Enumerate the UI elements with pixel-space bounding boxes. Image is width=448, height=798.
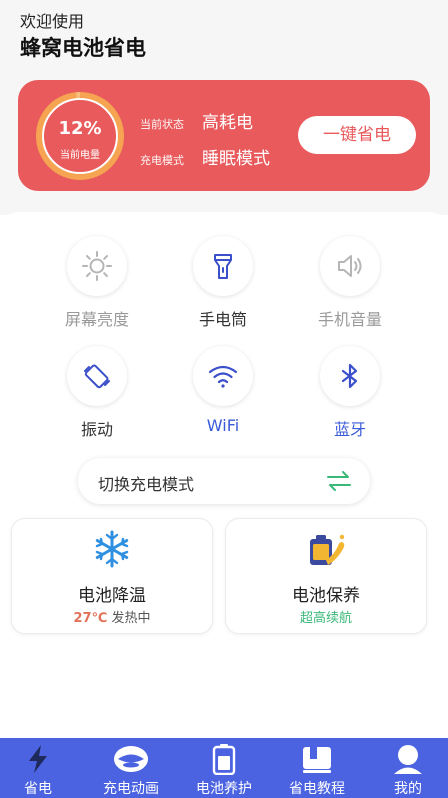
bluetooth-icon — [320, 346, 380, 406]
book-icon — [272, 742, 362, 776]
tool-bluetooth[interactable]: 蓝牙 — [295, 346, 405, 440]
tool-vibration-label: 振动 — [80, 420, 113, 439]
animation-icon — [86, 742, 176, 776]
brightness-icon — [67, 236, 127, 296]
tab-tutorial-label: 省电教程 — [289, 781, 345, 797]
tab-tutorial[interactable]: 省电教程 — [272, 738, 362, 798]
current-status-key: 当前状态 — [140, 118, 184, 131]
wifi-icon — [193, 346, 253, 406]
tool-wifi-label: WiFi — [206, 416, 240, 435]
battery-status-card: 12% 当前电量 当前状态 高耗电 充电模式 睡眠模式 一键省电 — [18, 80, 430, 191]
battery-level-label: 当前电量 — [60, 150, 100, 161]
current-status-row: 当前状态 高耗电 — [140, 108, 253, 133]
bolt-icon — [0, 742, 83, 776]
tool-vibration[interactable]: 振动 — [42, 346, 152, 440]
charge-mode-value: 睡眠模式 — [202, 149, 270, 169]
battery-care-title: 电池保养 — [292, 586, 360, 606]
bottom-tab-bar: 省电 充电动画 电池养护 省电教程 我的 — [0, 738, 448, 798]
tool-brightness[interactable]: 屏幕亮度 — [42, 236, 152, 330]
tab-profile-label: 我的 — [394, 781, 422, 797]
tool-bluetooth-label: 蓝牙 — [333, 420, 366, 439]
charge-mode-key: 充电模式 — [140, 154, 184, 167]
battery-care-status: 超高续航 — [299, 611, 352, 626]
current-status-value: 高耗电 — [202, 113, 253, 133]
tool-flashlight-label: 手电筒 — [198, 310, 247, 329]
header: 欢迎使用 蜂窝电池省电 12% 当前电量 当前状态 高耗电 充电模式 睡眠模式 一键… — [0, 0, 448, 215]
switch-charge-mode-label: 切换充电模式 — [98, 475, 195, 494]
profile-icon — [363, 742, 448, 776]
battery-care-card[interactable]: 电池保养 超高续航 — [225, 518, 427, 634]
tool-volume-label: 手机音量 — [317, 310, 382, 329]
battery-cooling-status: 27℃ 发热中 — [12, 607, 212, 626]
snowflake-icon — [12, 529, 212, 569]
tab-power-save[interactable]: 省电 — [0, 738, 83, 798]
tool-brightness-label: 屏幕亮度 — [64, 310, 129, 329]
battery-cooling-title: 电池降温 — [78, 586, 146, 606]
volume-icon — [320, 236, 380, 296]
swap-icon — [326, 470, 352, 496]
vibration-icon — [67, 346, 127, 406]
app-title: 蜂窝电池省电 — [20, 36, 146, 60]
tool-wifi[interactable]: WiFi — [168, 346, 278, 435]
heating-status-text: 发热中 — [107, 611, 151, 626]
tab-charge-animation[interactable]: 充电动画 — [86, 738, 176, 798]
tool-volume[interactable]: 手机音量 — [295, 236, 405, 330]
battery-level-center: 12% 当前电量 — [42, 98, 118, 174]
charge-mode-row: 充电模式 睡眠模式 — [140, 144, 270, 169]
welcome-text: 欢迎使用 — [20, 12, 85, 31]
tab-charge-animation-label: 充电动画 — [103, 781, 159, 797]
flashlight-icon — [193, 236, 253, 296]
battery-icon — [179, 742, 269, 776]
switch-charge-mode-button[interactable]: 切换充电模式 — [78, 458, 370, 504]
tab-battery-care[interactable]: 电池养护 — [179, 738, 269, 798]
battery-cooling-card[interactable]: 电池降温 27℃ 发热中 — [11, 518, 213, 634]
tab-battery-care-label: 电池养护 — [196, 781, 252, 797]
battery-care-icon — [226, 529, 426, 569]
one-click-save-button[interactable]: 一键省电 — [298, 116, 416, 154]
tab-profile[interactable]: 我的 — [363, 738, 448, 798]
battery-percent: 12% — [58, 118, 102, 139]
tab-power-save-label: 省电 — [24, 781, 52, 797]
battery-level-ring: 12% 当前电量 — [36, 92, 124, 180]
tool-flashlight[interactable]: 手电筒 — [168, 236, 278, 330]
battery-temperature: 27℃ — [73, 611, 108, 626]
